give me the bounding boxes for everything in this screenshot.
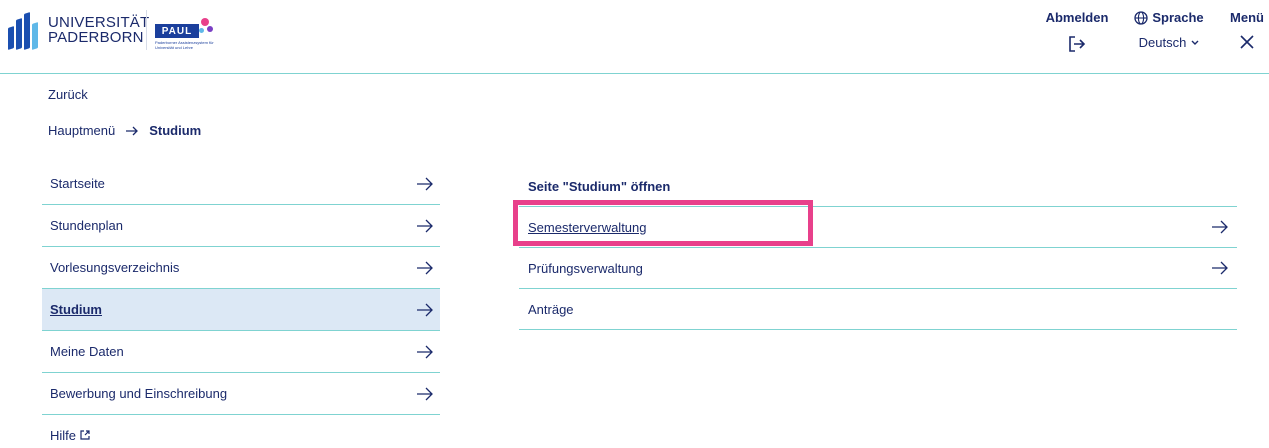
globe-icon [1134, 10, 1148, 25]
arrow-right-icon [417, 303, 433, 316]
submenu-title: Seite "Studium" öffnen [528, 178, 671, 194]
open-studium-page-link[interactable]: Seite "Studium" öffnen [519, 166, 1237, 207]
back-link[interactable]: Zurück [48, 87, 88, 102]
university-logo-mark [8, 11, 42, 50]
help-label: Hilfe [50, 427, 77, 443]
logout-icon [1069, 36, 1086, 52]
menu-button[interactable]: Menü [1227, 10, 1267, 49]
logout-label: Abmelden [1045, 10, 1109, 25]
paul-logo-wordmark: PAUL [155, 24, 199, 38]
university-logo[interactable]: UNIVERSITÄT PADERBORN [8, 8, 158, 52]
arrow-right-icon [417, 177, 433, 190]
menu-item-meine-daten[interactable]: Meine Daten [42, 331, 440, 373]
submenu-item-label: Prüfungsverwaltung [528, 260, 643, 276]
menu-item-label: Stundenplan [50, 218, 124, 233]
help-link[interactable]: Hilfe [42, 415, 440, 448]
submenu-item-antraege[interactable]: Anträge [519, 289, 1237, 330]
arrow-right-icon [1212, 220, 1228, 234]
menu-item-vorlesungsverzeichnis[interactable]: Vorlesungsverzeichnis [42, 247, 440, 289]
logout-button[interactable]: Abmelden [1042, 10, 1112, 53]
arrow-right-icon [1212, 261, 1228, 275]
external-link-icon [80, 430, 90, 440]
arrow-right-icon [417, 219, 433, 232]
submenu-item-pruefungsverwaltung[interactable]: Prüfungsverwaltung [519, 248, 1237, 289]
arrow-right-icon [417, 387, 433, 400]
menu-item-label: Studium [50, 302, 102, 317]
menu-item-label: Bewerbung und Einschreibung [50, 386, 228, 401]
menu-label: Menü [1230, 10, 1264, 25]
breadcrumb: Hauptmenü Studium [48, 123, 201, 138]
arrow-right-icon [417, 345, 433, 358]
chevron-down-icon [1191, 40, 1199, 45]
language-value: Deutsch [1138, 35, 1187, 50]
close-icon [1240, 35, 1254, 49]
breadcrumb-root[interactable]: Hauptmenü [48, 123, 115, 138]
menu-item-bewerbung[interactable]: Bewerbung und Einschreibung [42, 373, 440, 415]
submenu-panel: Seite "Studium" öffnen Semesterverwaltun… [519, 166, 1237, 330]
arrow-right-icon [126, 126, 139, 135]
paul-logo-subtitle: Paderborner Assistenzsystem für Universi… [155, 40, 214, 50]
menu-item-stundenplan[interactable]: Stundenplan [42, 205, 440, 247]
breadcrumb-current: Studium [149, 123, 202, 138]
menu-item-label: Startseite [50, 176, 105, 191]
page-header: UNIVERSITÄT PADERBORN PAUL Paderborner A… [0, 0, 1269, 74]
menu-item-label: Meine Daten [50, 344, 124, 359]
menu-item-startseite[interactable]: Startseite [42, 163, 440, 205]
menu-item-studium[interactable]: Studium [42, 289, 440, 331]
language-label: Sprache [1152, 10, 1204, 25]
arrow-right-icon [417, 261, 433, 274]
submenu-item-label: Anträge [528, 301, 574, 317]
university-logo-text: UNIVERSITÄT PADERBORN [48, 14, 150, 46]
submenu-item-semesterverwaltung[interactable]: Semesterverwaltung [519, 207, 1237, 248]
language-selector[interactable]: Sprache Deutsch [1129, 10, 1209, 50]
submenu-item-label: Semesterverwaltung [528, 219, 647, 235]
main-menu-list: Startseite Stundenplan Vorlesungsverzeic… [42, 163, 440, 448]
menu-item-label: Vorlesungsverzeichnis [50, 260, 180, 275]
paul-logo[interactable]: PAUL Paderborner Assistenzsystem für Uni… [155, 16, 219, 50]
logo-divider [146, 10, 147, 50]
